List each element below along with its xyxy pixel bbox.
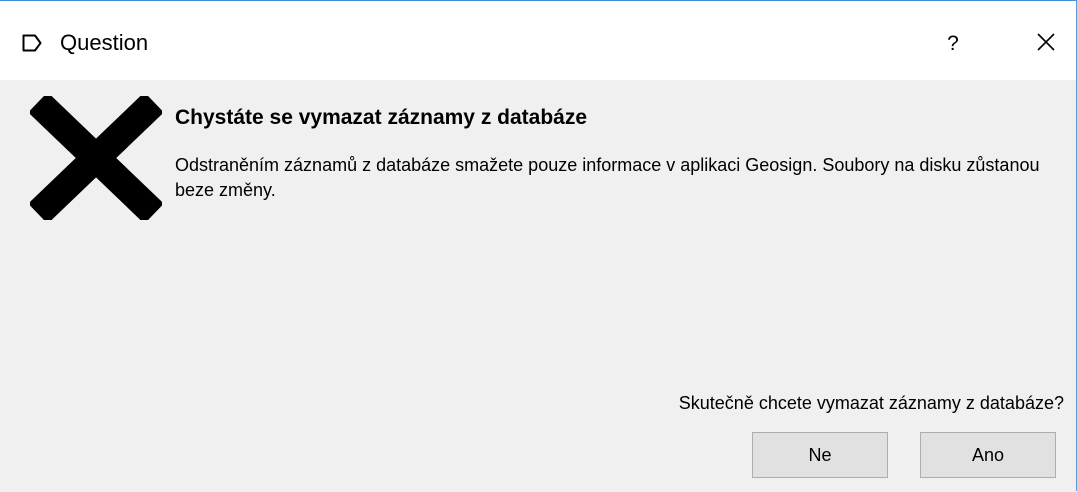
- title-bar[interactable]: Question ?: [0, 1, 1076, 80]
- confirm-question: Skutečně chcete vymazat záznamy z databá…: [678, 393, 1064, 413]
- message-heading: Chystáte se vymazat záznamy z databáze: [175, 106, 588, 129]
- close-icon: [1036, 32, 1056, 57]
- message-body: Odstraněním záznamů z databáze smažete p…: [175, 155, 1040, 200]
- close-button[interactable]: [1018, 25, 1074, 63]
- error-x-icon: [28, 92, 164, 224]
- window-title: Question: [60, 30, 149, 55]
- yes-button[interactable]: Ano: [920, 432, 1056, 478]
- dialog-content: Chystáte se vymazat záznamy z databáze O…: [0, 80, 1076, 492]
- help-label: ?: [947, 32, 959, 55]
- help-button[interactable]: ?: [925, 25, 981, 63]
- no-button[interactable]: Ne: [752, 432, 888, 478]
- window-icon: [22, 34, 42, 52]
- question-dialog: Question ? Chystáte se vymazat záznamy z…: [0, 0, 1077, 492]
